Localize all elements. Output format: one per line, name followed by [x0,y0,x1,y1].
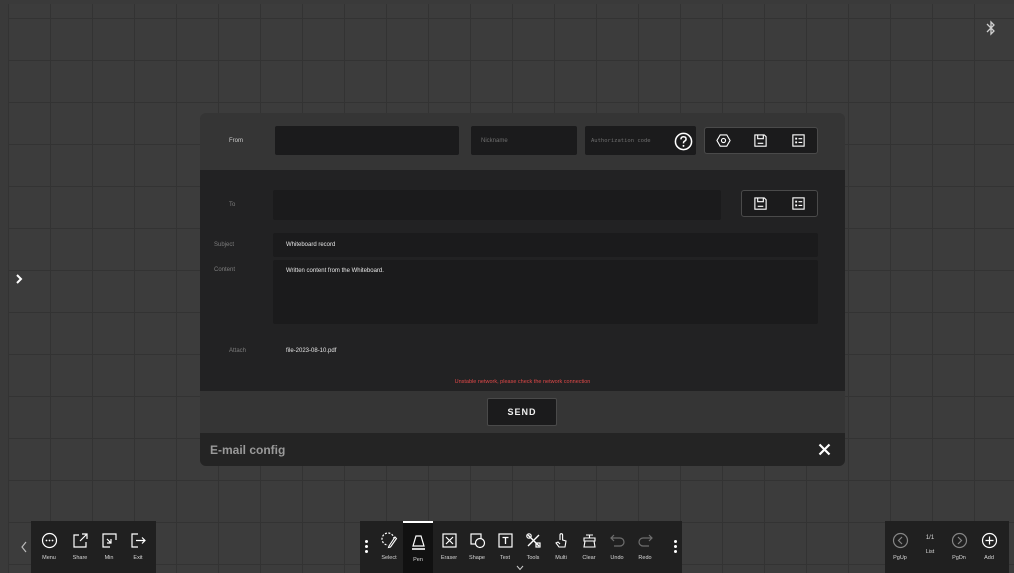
page-up-button[interactable]: PgUp [886,521,914,573]
redo-button[interactable]: Redo [631,521,659,573]
clear-button[interactable]: Clear [575,521,603,573]
chevron-down-icon[interactable] [516,565,524,571]
recipient-input[interactable] [273,190,721,220]
send-button[interactable]: SEND [487,398,557,426]
select-tool[interactable]: Select [375,521,403,573]
bluetooth-icon [986,20,995,36]
dialog-title-bar: E-mail config [200,433,845,466]
settings-button[interactable] [711,130,737,152]
chevron-right-circle-icon [951,532,967,549]
list-icon [792,134,805,147]
save-recipient-button[interactable] [748,193,774,215]
recipient-list-button[interactable] [785,193,811,215]
menu-icon [41,532,57,549]
right-drag-handle-icon[interactable] [674,540,677,555]
minimize-button[interactable]: Min [95,521,123,573]
content-label: Content [214,267,236,273]
tools-icon [525,533,541,548]
share-icon [72,533,88,548]
plus-circle-icon [981,532,997,549]
attachment-file[interactable]: file-2023-08-10.pdf [286,348,336,354]
close-icon[interactable] [818,443,831,456]
chevron-left-circle-icon [892,532,908,549]
eraser-icon [441,533,457,548]
shape-label: Shape [469,555,485,561]
pen-icon [411,535,425,550]
page-indicator: 1/1 [925,535,935,541]
right-toolbar: PgUp 1/1 List PgDn Add [885,521,1009,573]
shape-tool[interactable]: Shape [463,521,491,573]
sender-actions [704,127,818,154]
multi-touch-button[interactable]: Multi [547,521,575,573]
send-bar: SEND [200,391,845,433]
add-page-button[interactable]: Add [975,521,1003,573]
tools-label: Tools [526,555,540,561]
from-email-input[interactable] [275,126,459,155]
min-label: Min [104,555,114,561]
content-textarea[interactable]: Written content from the Whiteboard. [273,260,818,324]
clear-icon [582,534,596,548]
menu-label: Menu [42,555,56,561]
redo-icon [637,534,653,547]
expand-sidebar-icon[interactable] [14,272,24,286]
from-label: From [229,138,243,144]
exit-label: Exit [133,555,143,561]
network-error-message: Unstable network, please check the netwo… [454,379,591,385]
save-icon [754,134,768,147]
sender-list-button[interactable] [785,130,811,152]
content-value: Written content from the Whiteboard. [286,268,384,274]
recipient-actions [741,190,818,217]
sender-panel: From Nickname Authorization code [200,113,845,170]
multi-label: Multi [555,555,567,561]
text-icon [497,533,513,548]
help-icon[interactable] [674,132,693,151]
eraser-tool[interactable]: Eraser [435,521,463,573]
share-label: Share [72,555,88,561]
save-icon [754,197,767,210]
message-panel: To Subject Whiteboard record Content Wri… [200,170,845,391]
minimize-icon [101,533,117,548]
subject-input[interactable]: Whiteboard record [273,233,818,257]
eraser-label: Eraser [440,555,458,561]
text-label: Text [499,555,511,561]
collapse-toolbar-icon[interactable] [20,541,28,553]
authorization-code-placeholder: Authorization code [591,138,651,144]
nickname-placeholder: Nickname [481,138,508,144]
clear-label: Clear [582,555,596,561]
subject-value: Whiteboard record [286,242,336,248]
attach-label: Attach [229,348,247,354]
list-icon [792,197,805,210]
pgup-label: PgUp [893,555,907,561]
left-drag-handle-icon[interactable] [365,540,368,555]
pen-label: Pen [413,557,423,563]
exit-icon [130,533,146,548]
redo-label: Redo [638,555,652,561]
settings-icon [716,134,731,147]
multi-touch-icon [554,533,567,548]
share-button[interactable]: Share [66,521,94,573]
undo-icon [609,534,625,547]
menu-button[interactable]: Menu [35,521,63,573]
dialog-title: E-mail config [210,443,286,457]
text-tool[interactable]: Text [491,521,519,573]
to-label: To [229,202,236,208]
exit-button[interactable]: Exit [124,521,152,573]
page-down-button[interactable]: PgDn [945,521,973,573]
nickname-input[interactable]: Nickname [471,126,577,155]
subject-label: Subject [214,242,235,248]
pgdn-label: PgDn [952,555,966,561]
select-icon [380,532,397,549]
save-sender-button[interactable] [748,130,774,152]
shape-icon [469,533,485,549]
page-list-button[interactable]: 1/1 List [916,521,944,573]
email-config-dialog: From Nickname Authorization code To Subj… [200,113,845,466]
left-toolbar: Menu Share Min Exit [31,521,156,573]
undo-button[interactable]: Undo [603,521,631,573]
select-label: Select [381,555,397,561]
pen-tool[interactable]: Pen [403,521,433,573]
add-label: Add [984,555,994,561]
list-label: List [925,549,935,555]
undo-label: Undo [610,555,624,561]
